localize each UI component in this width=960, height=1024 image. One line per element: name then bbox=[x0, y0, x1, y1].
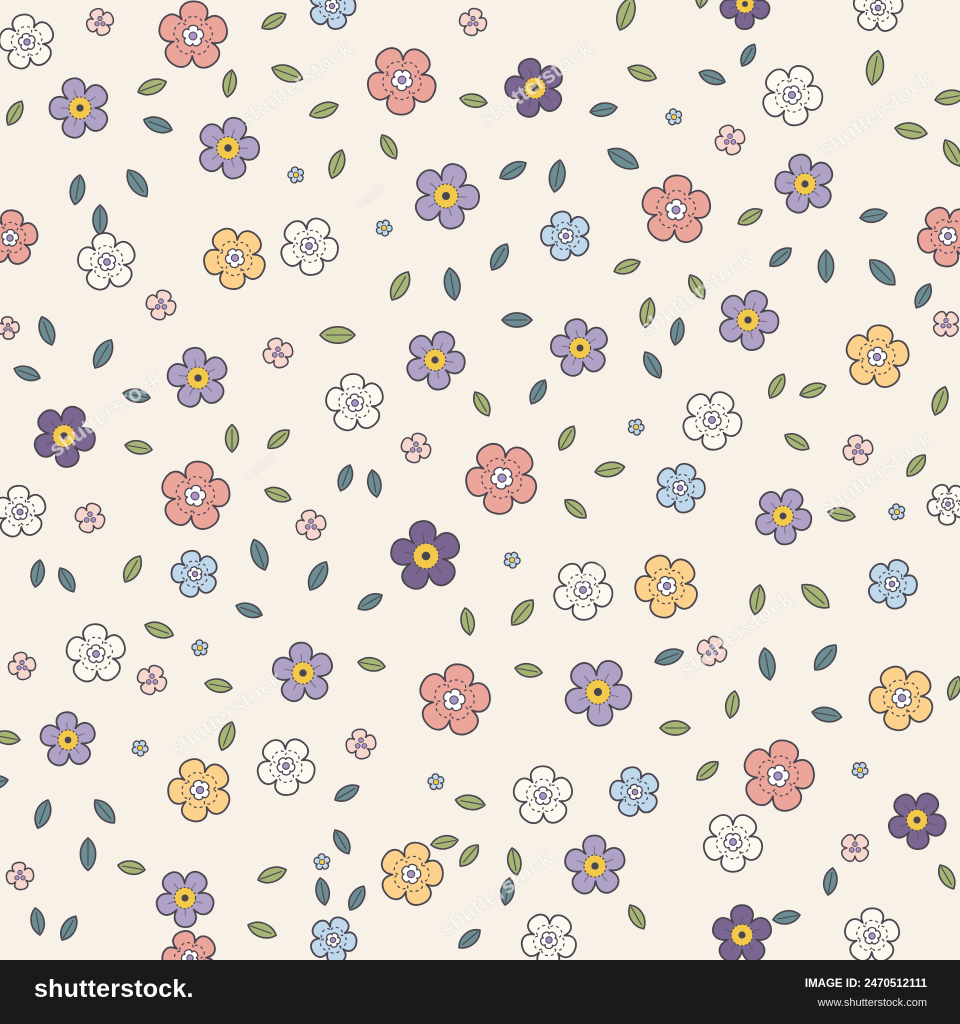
floral-pattern-svg: shutterstockshutterstockshutterstockshut… bbox=[0, 0, 960, 960]
image-id-label: IMAGE ID: 2470512111 bbox=[804, 978, 927, 990]
leaf bbox=[224, 423, 240, 453]
floral-pattern-artwork: shutterstock shutterstock shutterstock shut… bbox=[0, 0, 960, 960]
bud-flower bbox=[714, 124, 746, 156]
bud-flower bbox=[145, 289, 177, 321]
bud-flower bbox=[400, 432, 432, 464]
blossom-flower bbox=[520, 913, 577, 960]
leaf bbox=[501, 312, 533, 328]
shutterstock-logo: shutterstock. bbox=[34, 975, 194, 1004]
bud-flower bbox=[85, 7, 115, 37]
stock-footer-bar: shutterstock. IMAGE ID: 2470512111 www.s… bbox=[0, 960, 960, 1024]
bud-flower bbox=[840, 833, 870, 863]
site-url: www.shutterstock.com bbox=[817, 997, 927, 1009]
leaf bbox=[659, 720, 691, 736]
bud-flower bbox=[262, 337, 294, 369]
bud-flower bbox=[136, 664, 168, 696]
leaf bbox=[92, 204, 108, 236]
blossom-flower bbox=[853, 0, 904, 32]
bud-flower bbox=[932, 310, 960, 338]
bud-flower bbox=[74, 502, 106, 534]
brand-suffix: . bbox=[186, 975, 194, 1003]
brand-text: shutterstock bbox=[34, 975, 187, 1003]
bud-flower bbox=[842, 434, 874, 466]
